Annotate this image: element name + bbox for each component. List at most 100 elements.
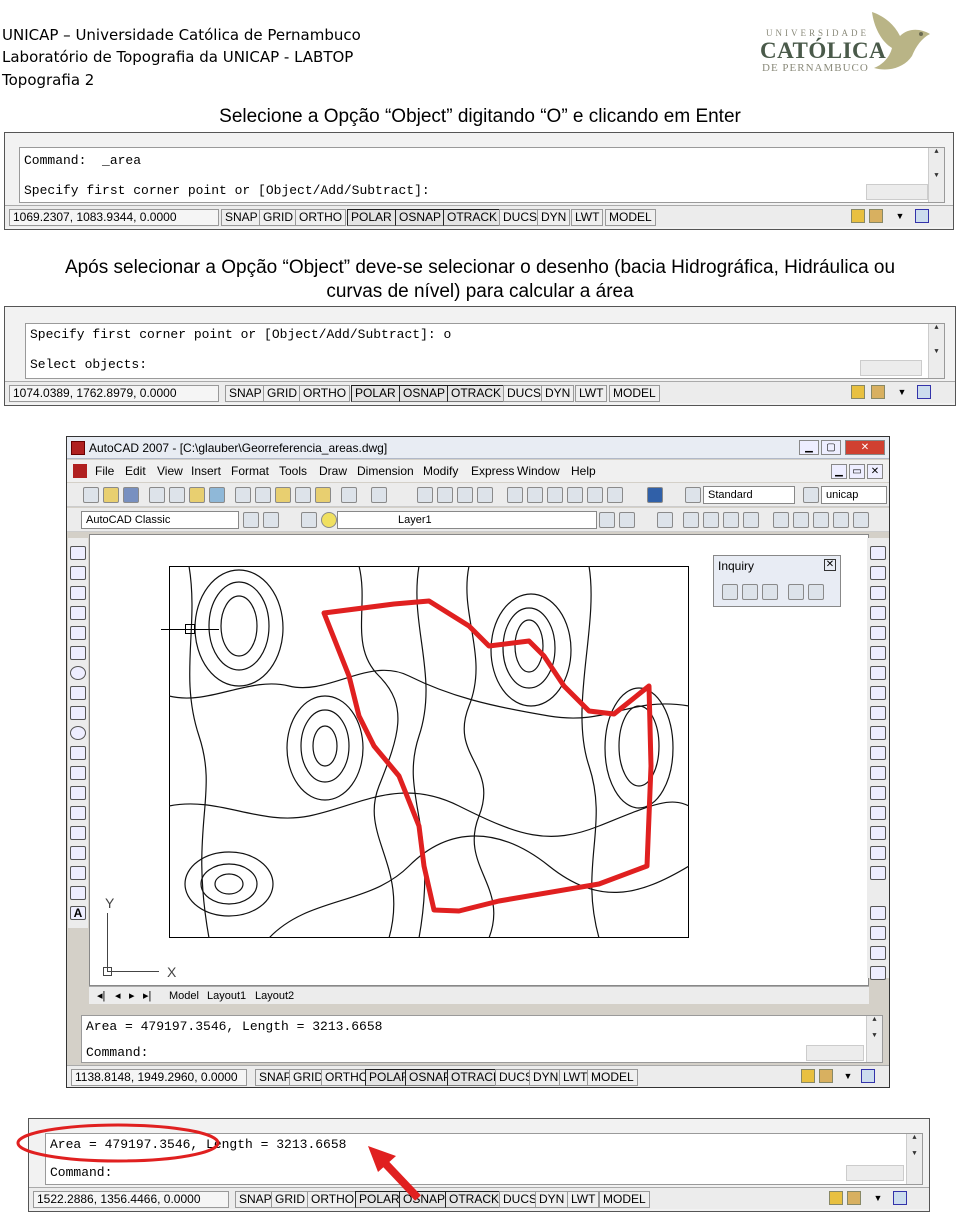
tab-nav-prev-icon[interactable]: ◂ [115,989,121,1003]
command-horizontal-scrollbar[interactable] [866,184,928,200]
menu-view[interactable]: View [157,460,183,482]
zoom-window-icon[interactable] [457,487,473,503]
zoom-previous-icon[interactable] [477,487,493,503]
tab-model[interactable]: Model [169,989,199,1003]
locate-point-icon[interactable] [808,584,824,600]
dim-radius-icon[interactable] [833,512,849,528]
paste-icon[interactable] [275,487,291,503]
menu-modify[interactable]: Modify [423,460,458,482]
break-at-point-icon[interactable] [870,766,886,780]
dyn-button[interactable]: DYN [537,209,571,226]
break-icon[interactable] [870,786,886,800]
close-button[interactable]: ✕ [845,440,885,455]
scale-icon[interactable] [870,686,886,700]
dim-linear-icon[interactable] [773,512,789,528]
arc-icon[interactable] [70,646,86,660]
open-file-icon[interactable] [103,487,119,503]
mirror-icon[interactable] [870,586,886,600]
plot-preview-icon[interactable] [169,487,185,503]
draworder-above-icon[interactable] [870,946,886,960]
comm-center-icon[interactable] [851,385,865,399]
hatch-icon[interactable] [70,826,86,840]
lwt-button[interactable]: LWT [571,209,604,226]
layer-previous-icon[interactable] [619,512,635,528]
ortho-button[interactable]: ORTHO [295,209,347,226]
erase-icon[interactable] [870,546,886,560]
block-editor-icon[interactable] [315,487,331,503]
polygon-icon[interactable] [70,606,86,620]
insert-block-icon[interactable] [70,766,86,780]
layer-select[interactable]: Layer1 [337,511,597,529]
3d-dwf-icon[interactable] [209,487,225,503]
workspace-select[interactable]: AutoCAD Classic [81,511,239,529]
region-icon[interactable] [70,866,86,880]
multiline-text-icon[interactable]: A [70,906,86,920]
command-horizontal-scrollbar[interactable] [806,1045,864,1061]
polar-button[interactable]: POLAR [347,209,396,226]
move-icon[interactable] [870,646,886,660]
osnap-button[interactable]: OSNAP [399,385,450,402]
layer-properties-icon[interactable] [301,512,317,528]
inquiry-toolbar[interactable]: Inquiry ✕ [713,555,841,607]
ortho-button[interactable]: ORTHO [299,385,351,402]
dyn-button[interactable]: DYN [541,385,575,402]
tool-palettes-icon[interactable] [547,487,563,503]
publish-icon[interactable] [189,487,205,503]
clean-screen-icon[interactable] [915,209,929,223]
spline-icon[interactable] [70,706,86,720]
command-line-2[interactable]: Specify first corner point or [Object/Ad… [24,182,430,200]
tab-nav-last-icon[interactable]: ▸| [143,989,151,1003]
region-mass-properties-icon[interactable] [762,584,778,600]
tab-layout2[interactable]: Layout2 [255,989,294,1003]
design-center-icon[interactable] [527,487,543,503]
dim-arc-icon[interactable] [813,512,829,528]
menu-dimension[interactable]: Dimension [357,460,414,482]
trim-icon[interactable] [870,726,886,740]
draworder-under-icon[interactable] [870,966,886,980]
polar-button[interactable]: POLAR [351,385,400,402]
lock-icon[interactable] [869,209,883,223]
maximize-button[interactable]: ▢ [821,440,841,455]
rotate-icon[interactable] [870,666,886,680]
menu-window[interactable]: Window [517,460,560,482]
calculator-icon[interactable] [607,487,623,503]
chamfer-icon[interactable] [870,826,886,840]
command-scrollbar[interactable]: ▲ ▼ [866,1016,882,1062]
dim-style-select[interactable]: unicap [821,486,887,504]
extend-icon[interactable] [870,746,886,760]
menu-tools[interactable]: Tools [279,460,307,482]
list-icon[interactable] [788,584,804,600]
copy-icon[interactable] [255,487,271,503]
menu-express[interactable]: Express [471,460,514,482]
doc-close-button[interactable]: ✕ [867,464,883,479]
linetype-icon[interactable] [683,512,699,528]
chevron-down-icon[interactable]: ▼ [895,385,909,399]
menu-file[interactable]: File [95,460,114,482]
gradient-icon[interactable] [70,846,86,860]
offset-icon[interactable] [870,606,886,620]
doc-minimize-button[interactable]: ▁ [831,464,847,479]
line-icon[interactable] [70,546,86,560]
properties-icon[interactable] [507,487,523,503]
menu-edit[interactable]: Edit [125,460,146,482]
copy-object-icon[interactable] [870,566,886,580]
distance-icon[interactable] [722,584,738,600]
dyn-button[interactable]: DYN [529,1069,563,1086]
make-block-icon[interactable] [70,786,86,800]
model-button[interactable]: MODEL [605,209,656,226]
otrack-button[interactable]: OTRACK [447,385,506,402]
model-button[interactable]: MODEL [587,1069,638,1086]
chevron-down-icon[interactable]: ▼ [893,209,907,223]
rectangle-icon[interactable] [70,626,86,640]
stretch-icon[interactable] [870,706,886,720]
grid-button[interactable]: GRID [259,209,297,226]
circle-icon[interactable] [70,666,86,680]
color-control-icon[interactable] [657,512,673,528]
lock-icon[interactable] [819,1069,833,1083]
pan-icon[interactable] [417,487,433,503]
point-icon[interactable] [70,806,86,820]
revision-cloud-icon[interactable] [70,686,86,700]
lineweight-icon[interactable] [703,512,719,528]
my-workspace-icon[interactable] [263,512,279,528]
area-icon[interactable] [742,584,758,600]
